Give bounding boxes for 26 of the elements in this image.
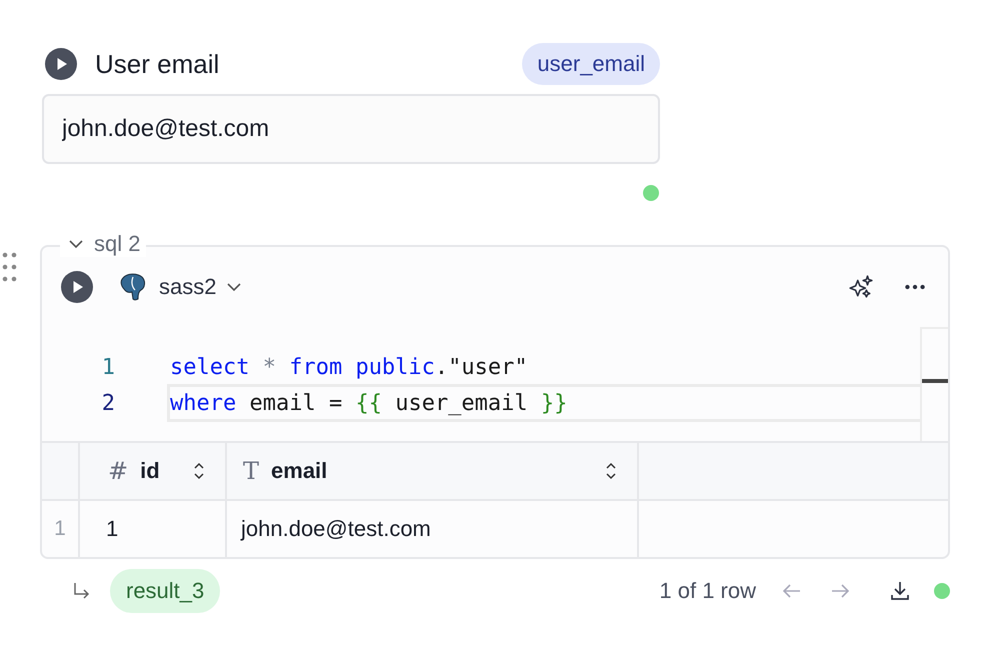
sort-icon[interactable] [605,461,617,481]
column-header[interactable]: T email [227,443,639,499]
collapse-chevron-icon[interactable] [68,239,84,249]
connection-dropdown[interactable]: sass2 [159,274,242,300]
scrollbar[interactable] [920,327,948,441]
line-number: 1 [100,354,116,380]
cell-title: User email [95,48,220,80]
run-icon[interactable] [61,271,93,303]
drag-handle-icon[interactable] [2,252,18,282]
table-cell: 1 [106,516,118,542]
line-number: 2 [100,390,116,416]
result-tag: result_3 [110,569,220,613]
variable-tag: user_email [522,43,660,85]
return-arrow-icon [72,581,92,601]
cell-label: sql 2 [94,231,140,257]
caret-icon [226,282,242,292]
row-count: 1 of 1 row [659,578,756,604]
run-icon[interactable] [45,48,77,80]
table-cell: john.doe@test.com [241,516,431,542]
column-header[interactable]: # id [80,443,227,499]
sort-icon[interactable] [193,461,205,481]
code-line: where email = {{ user_email }} [167,384,920,422]
download-icon[interactable] [888,579,912,603]
row-number: 1 [54,517,66,541]
code-line: select * from public."user" [169,354,529,382]
sparkles-icon[interactable] [848,274,874,300]
